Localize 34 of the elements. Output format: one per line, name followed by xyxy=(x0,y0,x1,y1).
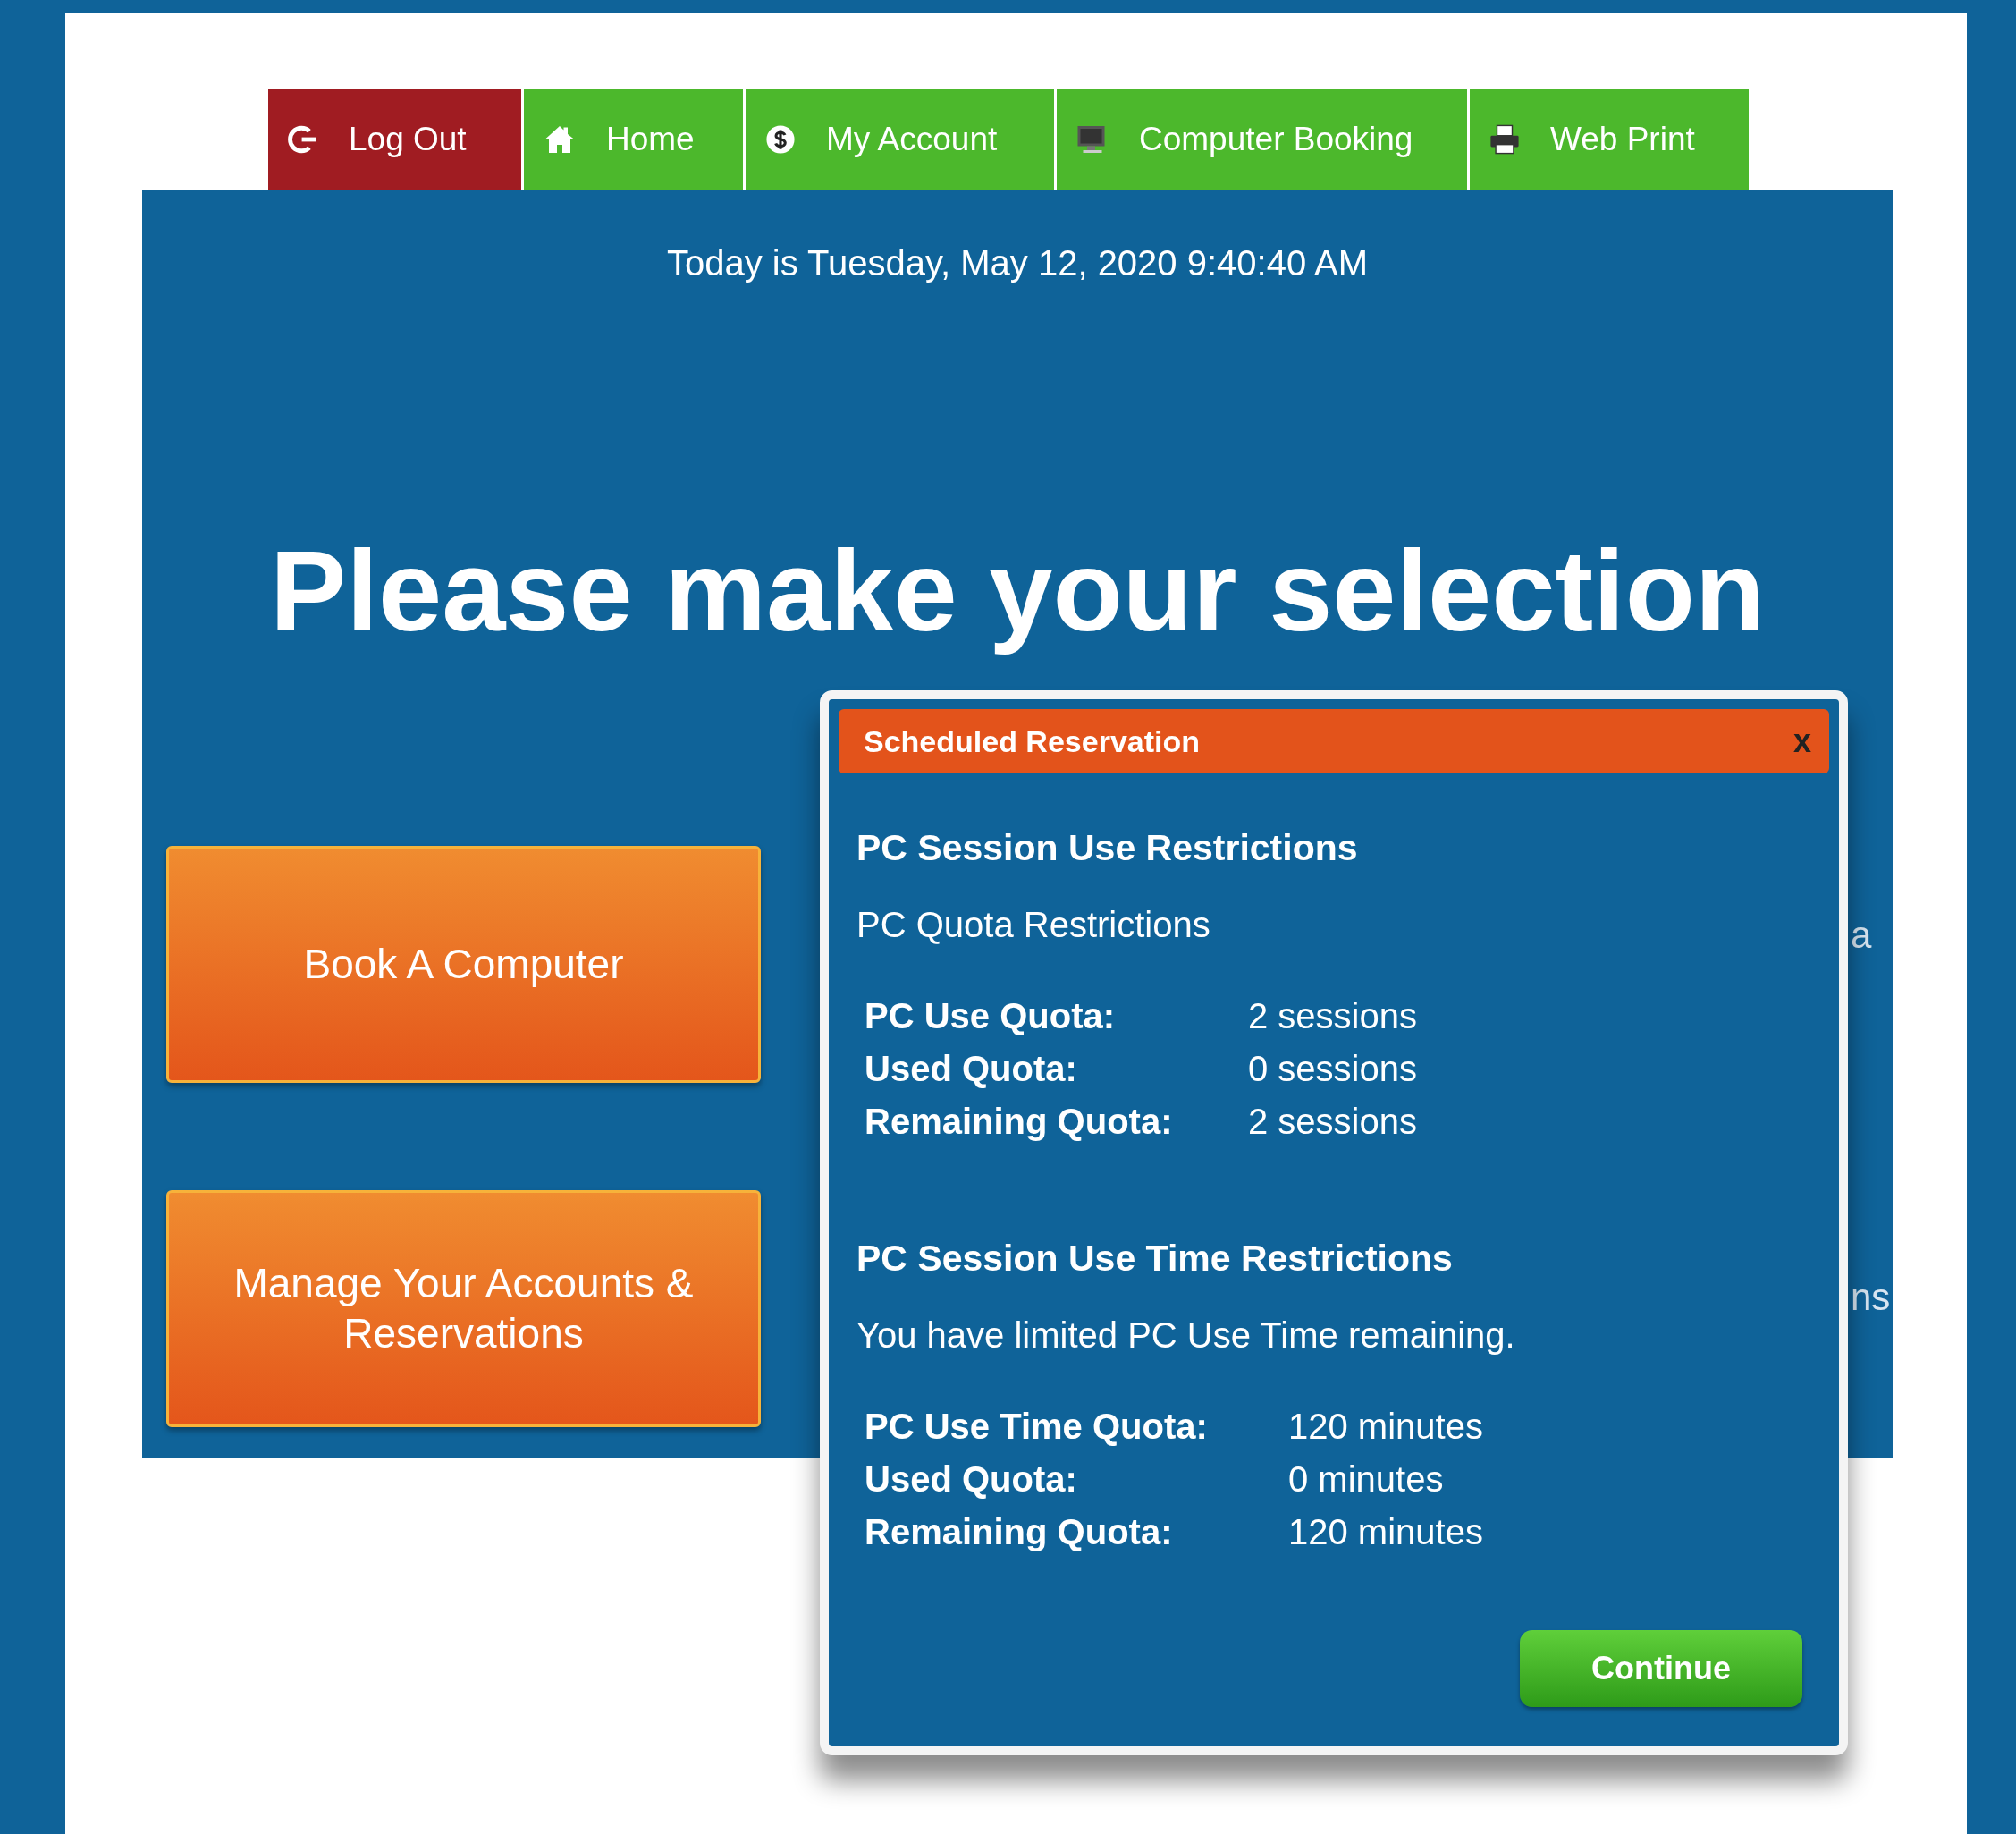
home-icon xyxy=(544,123,576,156)
section-heading: PC Session Use Restrictions xyxy=(856,827,1359,869)
hidden-text: a xyxy=(1851,914,1872,957)
quota-label: Remaining Quota: xyxy=(865,1101,1174,1143)
quota-value: 120 minutes xyxy=(1288,1406,1483,1448)
quota-label: PC Use Quota: xyxy=(865,995,1117,1037)
logout-icon xyxy=(288,124,318,155)
continue-button[interactable]: Continue xyxy=(1520,1630,1802,1707)
dollar-icon xyxy=(765,124,796,155)
date-text: Today is Tuesday, May 12, 2020 9:40:40 AM xyxy=(666,243,1369,283)
nav-tab[interactable]: Computer Booking xyxy=(1057,89,1467,190)
quota-value: 0 sessions xyxy=(1248,1048,1417,1090)
quota-label: Remaining Quota: xyxy=(865,1511,1174,1553)
quota-label: PC Use Time Quota: xyxy=(865,1406,1209,1448)
action-button[interactable]: Book A Computer xyxy=(166,846,761,1083)
action-button[interactable]: Manage Your Accounts & Reservations xyxy=(166,1190,761,1427)
quota-label: Used Quota: xyxy=(865,1048,1078,1090)
nav-tab[interactable]: Log Out xyxy=(268,89,521,190)
quota-value: 0 minutes xyxy=(1288,1458,1444,1500)
nav-tab[interactable]: Home xyxy=(524,89,743,190)
quota-value: 2 sessions xyxy=(1248,1101,1417,1143)
quota-value: 120 minutes xyxy=(1288,1511,1483,1553)
section-text: You have limited PC Use Time remaining. xyxy=(856,1315,1516,1356)
page-heading: Please make your selection xyxy=(270,526,1765,656)
dialog-title: Scheduled Reservation xyxy=(864,723,1200,759)
section-heading: PC Session Use Time Restrictions xyxy=(856,1238,1454,1280)
hidden-text: ns xyxy=(1851,1276,1891,1319)
printer-icon xyxy=(1489,124,1520,155)
nav-tab[interactable]: Web Print xyxy=(1470,89,1749,190)
nav-tab[interactable]: My Account xyxy=(746,89,1054,190)
close-button[interactable]: x xyxy=(1792,723,1811,760)
quota-value: 2 sessions xyxy=(1248,995,1417,1037)
quota-label: Used Quota: xyxy=(865,1458,1078,1500)
section-text: PC Quota Restrictions xyxy=(856,905,1211,945)
